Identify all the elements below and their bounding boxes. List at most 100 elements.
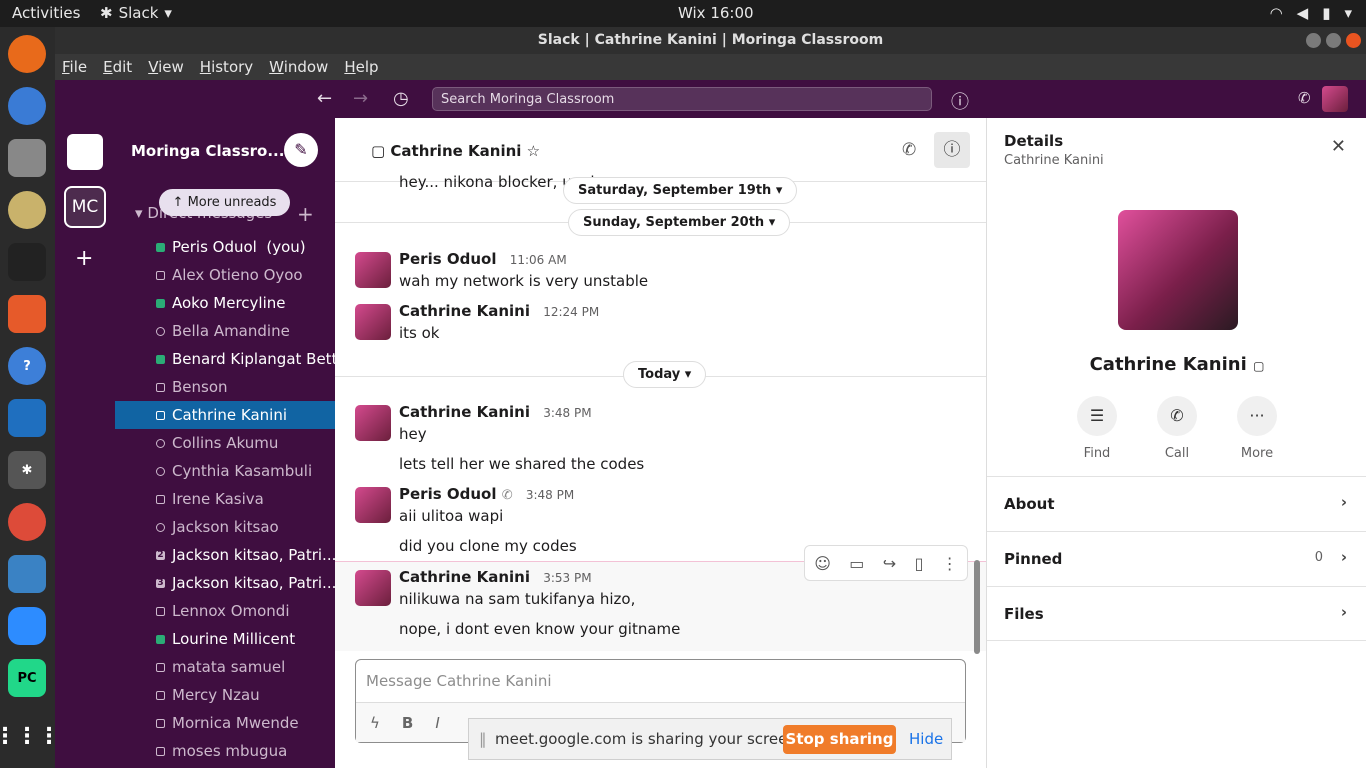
timestamp[interactable]: 3:48 PM — [526, 488, 574, 502]
slack-dock-icon[interactable]: ✱ — [8, 451, 46, 489]
group-dm-item[interactable]: 3 Jackson kitsao, Patri... — [115, 569, 335, 597]
help-icon[interactable]: ? — [8, 347, 46, 385]
dm-item-selected[interactable]: Cathrine Kanini — [115, 401, 335, 429]
message-author[interactable]: Peris Oduol ✆ 3:48 PM — [399, 485, 574, 503]
files-row[interactable]: Files › — [987, 586, 1366, 641]
star-icon[interactable]: ☆ — [527, 142, 540, 160]
workspace-name[interactable]: Moringa Classro... ▾ — [131, 142, 297, 160]
dm-item[interactable]: Cynthia Kasambuli — [115, 457, 335, 485]
avatar[interactable] — [355, 487, 391, 523]
forward-arrow-icon[interactable]: → — [353, 88, 368, 109]
dm-item[interactable]: Benson — [115, 373, 335, 401]
zoom-icon[interactable] — [8, 607, 46, 645]
scrollbar[interactable] — [974, 560, 980, 654]
channel-title[interactable]: ▢ Cathrine Kanini ☆ — [371, 142, 540, 160]
menu-window[interactable]: Window — [269, 58, 328, 76]
rhythmbox-icon[interactable] — [8, 191, 46, 229]
maximize-button[interactable] — [1326, 33, 1341, 48]
stop-sharing-button[interactable]: Stop sharing — [783, 725, 896, 754]
shortcuts-icon[interactable]: ϟ — [370, 714, 380, 732]
avatar[interactable] — [355, 405, 391, 441]
tree-logo-icon[interactable] — [67, 134, 103, 170]
vscode-icon[interactable] — [8, 399, 46, 437]
dm-item[interactable]: Bella Amandine — [115, 317, 335, 345]
thunderbird-icon[interactable] — [8, 87, 46, 125]
app-menu[interactable]: ✱ Slack ▾ — [100, 4, 172, 22]
drag-handle-icon[interactable]: ‖ — [479, 730, 487, 748]
share-icon[interactable]: ↪ — [883, 554, 896, 573]
reply-thread-icon[interactable]: ▭ — [849, 554, 864, 573]
profile-photo[interactable] — [1118, 210, 1238, 330]
compose-button[interactable]: ✎ — [284, 133, 318, 167]
files-icon[interactable] — [8, 139, 46, 177]
help-icon[interactable]: ⓘ — [951, 88, 969, 114]
dm-item[interactable]: moses mbugua — [115, 737, 335, 765]
close-window-button[interactable] — [1346, 33, 1361, 48]
group-dm-item[interactable]: 2 Jackson kitsao, Patri... — [115, 541, 335, 569]
avatar[interactable] — [355, 304, 391, 340]
dm-item[interactable]: Mercy Nzau — [115, 681, 335, 709]
dm-item[interactable]: Mornica Mwende — [115, 709, 335, 737]
timestamp[interactable]: 11:06 AM — [510, 253, 567, 267]
search-input[interactable]: Search Moringa Classroom — [432, 87, 932, 111]
close-icon[interactable]: ✕ — [1331, 136, 1346, 157]
show-apps-icon[interactable]: ⋮⋮⋮ — [0, 717, 60, 755]
menu-file[interactable]: File — [62, 58, 87, 76]
message-author[interactable]: Cathrine Kanini 12:24 PM — [399, 302, 599, 320]
add-dm-icon[interactable]: + — [297, 202, 314, 226]
phone-icon[interactable]: ✆ — [1298, 89, 1311, 107]
message-author[interactable]: Peris Oduol 11:06 AM — [399, 250, 567, 268]
call-icon[interactable]: ✆ — [902, 140, 916, 160]
avatar[interactable] — [355, 570, 391, 606]
message-author[interactable]: Cathrine Kanini 3:48 PM — [399, 403, 592, 421]
about-row[interactable]: About › — [987, 476, 1366, 531]
timestamp[interactable]: 3:48 PM — [543, 406, 591, 420]
dm-item[interactable]: Jackson kitsao — [115, 513, 335, 541]
message[interactable]: Cathrine Kanini 3:48 PM hey lets tell he… — [335, 403, 986, 483]
firefox-icon[interactable] — [8, 35, 46, 73]
workspace-mc[interactable]: MC — [64, 186, 106, 228]
find-button[interactable]: ☰ Find — [1057, 396, 1137, 461]
pinned-row[interactable]: Pinned 0 › — [987, 531, 1366, 586]
timestamp[interactable]: 12:24 PM — [543, 305, 599, 319]
activities-button[interactable]: Activities — [12, 4, 80, 22]
more-button[interactable]: ··· More — [1217, 396, 1297, 461]
menu-history[interactable]: History — [200, 58, 253, 76]
add-reaction-icon[interactable]: ☺ — [814, 554, 831, 573]
date-divider[interactable]: Sunday, September 20th ▾ — [568, 209, 791, 236]
menu-help[interactable]: Help — [344, 58, 378, 76]
chrome-icon[interactable] — [8, 503, 46, 541]
dm-item[interactable]: Collins Akumu — [115, 429, 335, 457]
date-divider[interactable]: Saturday, September 19th ▾ — [563, 177, 798, 204]
user-avatar[interactable] — [1322, 86, 1348, 112]
dm-item[interactable]: Lourine Millicent — [115, 625, 335, 653]
more-actions-icon[interactable]: ⋮ — [942, 554, 958, 573]
dm-item[interactable]: Peris Oduol (you) — [115, 233, 335, 261]
bookmark-icon[interactable]: ▯ — [915, 554, 924, 573]
message[interactable]: Peris Oduol 11:06 AM wah my network is v… — [335, 250, 986, 305]
message-input[interactable]: Message Cathrine Kanini — [366, 672, 552, 690]
menu-view[interactable]: View — [148, 58, 184, 76]
more-unreads-button[interactable]: ↑ More unreads — [159, 189, 290, 216]
pycharm-icon[interactable]: PC — [8, 659, 46, 697]
dm-item[interactable]: matata samuel — [115, 653, 335, 681]
italic-icon[interactable]: I — [435, 714, 439, 732]
dm-item[interactable]: Lennox Omondi — [115, 597, 335, 625]
back-arrow-icon[interactable]: ← — [317, 88, 332, 109]
bold-icon[interactable]: B — [402, 714, 413, 732]
hide-button[interactable]: Hide — [909, 730, 943, 748]
figma-icon[interactable] — [8, 243, 46, 281]
avatar[interactable] — [355, 252, 391, 288]
system-tray[interactable]: ◠ ◀ ▮ ▾ — [1270, 4, 1352, 22]
menu-edit[interactable]: Edit — [103, 58, 132, 76]
dm-item[interactable]: Aoko Mercyline — [115, 289, 335, 317]
clock[interactable]: Wix 16:00 — [678, 4, 754, 22]
call-button[interactable]: ✆ Call — [1137, 396, 1217, 461]
document-viewer-icon[interactable] — [8, 555, 46, 593]
software-center-icon[interactable] — [8, 295, 46, 333]
details-info-button[interactable]: ⓘ — [934, 132, 970, 168]
message-author[interactable]: Cathrine Kanini 3:53 PM — [399, 568, 592, 586]
add-workspace-icon[interactable]: + — [75, 246, 93, 271]
dm-item[interactable]: Benard Kiplangat Bett — [115, 345, 335, 373]
dm-item[interactable]: Alex Otieno Oyoo — [115, 261, 335, 289]
